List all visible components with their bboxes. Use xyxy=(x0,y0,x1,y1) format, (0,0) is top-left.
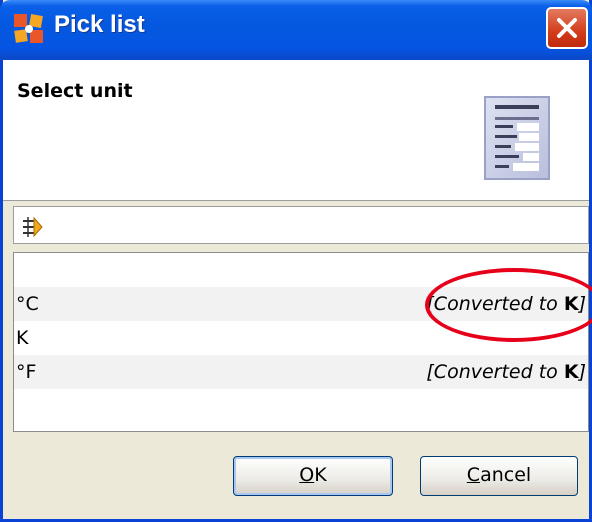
window-title: Pick list xyxy=(54,11,145,38)
list-item[interactable]: °F [Converted to K] xyxy=(14,355,588,389)
filter-bar[interactable] xyxy=(13,206,589,244)
title-bar[interactable]: Pick list xyxy=(0,0,592,60)
document-list-icon xyxy=(483,95,551,185)
close-button[interactable] xyxy=(546,7,588,49)
header-title: Select unit xyxy=(17,80,133,102)
conversion-note: [Converted to K] xyxy=(426,361,586,383)
unit-name: °F xyxy=(16,361,37,383)
unit-name: K xyxy=(16,327,29,349)
pick-list-dialog: Pick list Select unit °C [Converted to K… xyxy=(0,0,592,522)
close-icon xyxy=(557,18,577,38)
filter-toggle-icon[interactable] xyxy=(22,216,44,242)
header-panel: Select unit xyxy=(3,60,589,201)
unit-name: °C xyxy=(16,293,39,315)
highlight-annotation xyxy=(425,268,592,342)
ok-button[interactable]: OK xyxy=(233,456,393,496)
cancel-button[interactable]: Cancel xyxy=(420,456,578,496)
application-logo-icon xyxy=(14,14,44,44)
